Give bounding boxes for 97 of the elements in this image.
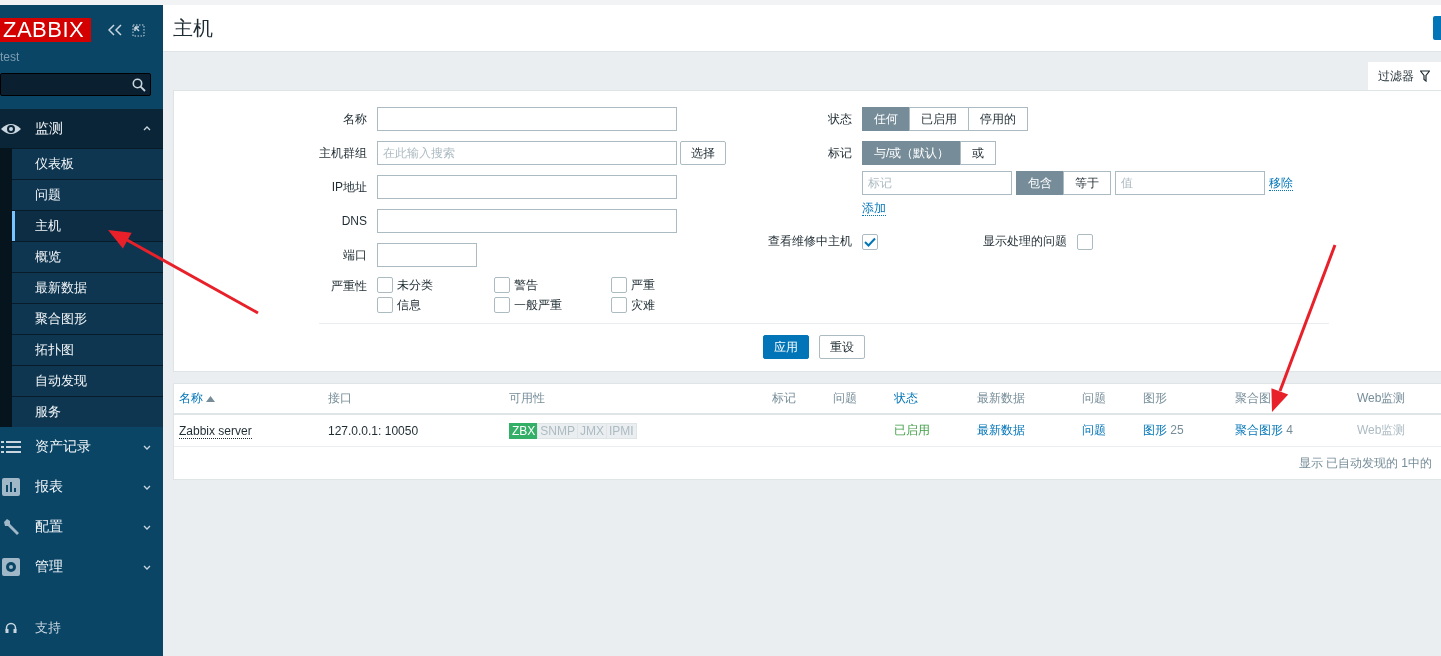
submenu-item[interactable]: 自动发现 xyxy=(12,365,163,396)
eye-icon xyxy=(0,121,22,136)
input-field[interactable] xyxy=(377,243,477,267)
remove-link[interactable]: 移除 xyxy=(1269,175,1293,191)
field-label: 状态 xyxy=(827,110,853,128)
submenu-item[interactable]: 服务 xyxy=(12,396,163,427)
column-header: 可用性 xyxy=(509,391,545,405)
caret-down-icon xyxy=(143,484,151,490)
support-link[interactable]: 支持 xyxy=(0,618,163,638)
table-cell: Web监测 xyxy=(1357,423,1406,437)
filter-tab[interactable]: 过滤器 xyxy=(1368,62,1441,90)
list-icon xyxy=(1,440,21,454)
checkbox[interactable] xyxy=(494,297,510,313)
headset-icon xyxy=(5,622,17,634)
column-header: 聚合图 xyxy=(1235,391,1271,405)
input-field[interactable]: 在此输入搜索 xyxy=(377,141,677,165)
input-field[interactable] xyxy=(377,175,677,199)
checkbox[interactable] xyxy=(494,277,510,293)
funnel-icon xyxy=(1420,70,1430,82)
column-header: 问题 xyxy=(1082,391,1106,405)
input-field[interactable] xyxy=(377,209,677,233)
table-link[interactable]: 聚合图形 xyxy=(1235,423,1283,437)
wrench-icon xyxy=(2,518,20,536)
table-cell: 127.0.0.1: 10050 xyxy=(328,423,419,438)
field-label: 标记 xyxy=(827,144,853,162)
add-link[interactable]: 添加 xyxy=(862,201,886,216)
checkbox-label: 信息 xyxy=(397,296,421,314)
checkbox-label: 灾难 xyxy=(631,296,655,314)
checkbox[interactable] xyxy=(377,297,393,313)
menu-item[interactable]: 报表 xyxy=(0,467,163,507)
apply-button[interactable]: 应用 xyxy=(763,335,809,359)
submenu-item[interactable]: 聚合图形 xyxy=(12,303,163,334)
field-label: 端口 xyxy=(342,246,368,264)
column-header[interactable]: 名称 xyxy=(179,391,203,405)
checkbox[interactable] xyxy=(611,297,627,313)
page-title: 主机 xyxy=(173,15,213,41)
checkbox-label: 未分类 xyxy=(397,276,433,294)
checkbox-label: 一般严重 xyxy=(514,296,562,314)
checkbox[interactable] xyxy=(611,277,627,293)
column-header: Web监测 xyxy=(1357,391,1406,405)
checkbox-label: 显示处理的问题 xyxy=(983,233,1067,250)
table-link[interactable]: 问题 xyxy=(1082,423,1106,437)
menu-item[interactable]: 配置 xyxy=(0,507,163,547)
caret-down-icon xyxy=(143,524,151,530)
column-header: 问题 xyxy=(833,391,857,405)
availability-tag: IPMI xyxy=(606,422,637,439)
search-field[interactable] xyxy=(0,73,151,96)
checkbox[interactable] xyxy=(1077,233,1093,250)
count-label: 25 xyxy=(1170,423,1184,437)
segment-option[interactable]: 或 xyxy=(960,141,997,165)
field-label: 严重性 xyxy=(330,278,368,295)
search-icon xyxy=(132,77,146,92)
table-link[interactable]: 最新数据 xyxy=(977,423,1025,437)
column-header[interactable]: 状态 xyxy=(894,391,918,405)
submenu-item[interactable]: 最新数据 xyxy=(12,272,163,303)
menu-item[interactable]: 资产记录 xyxy=(0,427,163,467)
segment-option[interactable]: 等于 xyxy=(1063,171,1111,195)
checkbox-label: 警告 xyxy=(514,276,538,294)
segment-option[interactable]: 已启用 xyxy=(909,107,969,131)
submenu-item[interactable]: 主机 xyxy=(12,210,163,241)
column-header: 标记 xyxy=(772,391,796,405)
collapse-icon[interactable] xyxy=(108,23,122,36)
column-header: 图形 xyxy=(1143,391,1167,405)
caret-down-icon xyxy=(143,444,151,450)
input-field[interactable]: 值 xyxy=(1115,171,1265,195)
status-link[interactable]: 已启用 xyxy=(894,423,930,437)
menu-item[interactable]: 监测 xyxy=(0,109,163,148)
availability-tag: ZBX xyxy=(509,422,539,439)
submenu-item[interactable]: 拓扑图 xyxy=(12,334,163,365)
count-label: 4 xyxy=(1286,423,1294,437)
reset-button[interactable]: 重设 xyxy=(819,335,865,359)
field-label: IP地址 xyxy=(330,178,368,196)
field-label: DNS xyxy=(340,214,368,228)
logo: ZABBIX xyxy=(0,18,91,42)
checkbox-label: 查看维修中主机 xyxy=(767,233,853,250)
host-name-link[interactable]: Zabbix server xyxy=(179,423,252,439)
input-field[interactable]: 标记 xyxy=(862,171,1012,195)
select-button[interactable]: 选择 xyxy=(680,141,726,165)
input-field[interactable] xyxy=(377,107,677,131)
field-label: 主机群组 xyxy=(318,144,368,162)
column-header: 接口 xyxy=(328,391,352,405)
checkbox-label: 严重 xyxy=(631,276,655,294)
availability-tag: JMX xyxy=(577,422,607,439)
caret-down-icon xyxy=(143,564,151,570)
user-name: test xyxy=(0,50,21,66)
column-header: 最新数据 xyxy=(977,391,1025,405)
availability-tag: SNMP xyxy=(537,422,578,439)
field-label: 名称 xyxy=(342,110,368,128)
table-footer-text: 显示 已自动发现的 1中的 xyxy=(1298,454,1432,472)
caret-up-icon xyxy=(143,126,151,131)
checkbox[interactable] xyxy=(862,233,878,250)
segment-option[interactable]: 停用的 xyxy=(968,107,1028,131)
menu-item[interactable]: 管理 xyxy=(0,547,163,587)
submenu-item[interactable]: 仪表板 xyxy=(12,148,163,179)
expand-icon[interactable] xyxy=(132,23,145,37)
checkbox[interactable] xyxy=(377,277,393,293)
table-link[interactable]: 图形 xyxy=(1143,423,1167,437)
